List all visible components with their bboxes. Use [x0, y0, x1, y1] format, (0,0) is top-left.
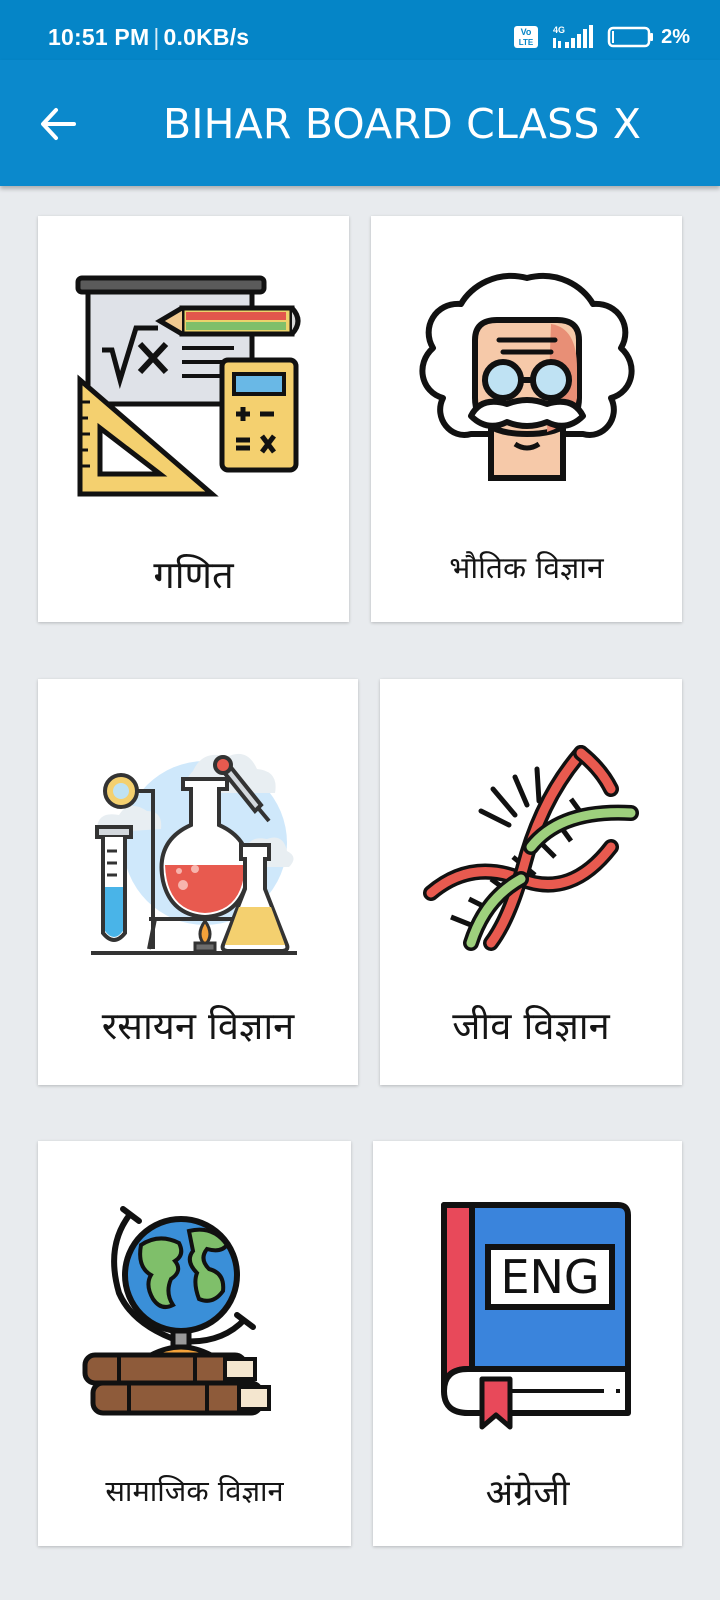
subject-label: जीव विज्ञान [452, 1004, 610, 1048]
lab-flasks-icon [91, 753, 297, 955]
subject-card-biology[interactable]: जीव विज्ञान [380, 679, 682, 1085]
math-board-icon [75, 275, 300, 497]
battery-percent: 2% [661, 25, 690, 48]
back-button[interactable] [34, 100, 82, 148]
battery-icon [607, 26, 654, 48]
globe-books-icon [82, 1206, 271, 1416]
subject-label: भौतिक विज्ञान [449, 551, 604, 586]
status-time-speed: 10:51 PM | 0.0KB/s [48, 24, 249, 51]
status-speed: 0.0KB/s [163, 24, 250, 50]
svg-text:Vo: Vo [521, 27, 532, 37]
status-separator: | [153, 24, 160, 50]
subject-label: रसायन विज्ञान [101, 1004, 295, 1048]
einstein-icon [419, 272, 634, 481]
arrow-back-icon [41, 108, 76, 140]
svg-text:LTE: LTE [519, 38, 534, 47]
subject-label: गणित [153, 553, 234, 597]
dna-icon [423, 745, 639, 951]
page-title: BIHAR BOARD CLASS X [163, 100, 642, 148]
app-bar: BIHAR BOARD CLASS X [0, 60, 720, 186]
subject-label: सामाजिक विज्ञान [105, 1474, 284, 1508]
subject-card-math[interactable]: गणित [38, 216, 349, 622]
subject-label: अंग्रेजी [485, 1473, 570, 1514]
status-icons: Vo LTE 4G 2% [513, 24, 690, 50]
subject-card-social-science[interactable]: सामाजिक विज्ञान [38, 1141, 351, 1546]
subject-card-physics[interactable]: भौतिक विज्ञान [371, 216, 682, 622]
eng-badge: ENG [500, 1250, 599, 1304]
signal-4g-icon: 4G [553, 25, 594, 48]
svg-text:4G: 4G [553, 25, 565, 35]
volte-icon: Vo LTE [514, 26, 539, 48]
english-book-icon: ENG [440, 1202, 631, 1430]
status-bar: 10:51 PM | 0.0KB/s Vo LTE 4G 2% [0, 0, 720, 60]
subject-card-english[interactable]: ENG अंग्रेजी [373, 1141, 682, 1546]
subject-card-chemistry[interactable]: रसायन विज्ञान [38, 679, 358, 1085]
status-time: 10:51 PM [48, 24, 150, 50]
